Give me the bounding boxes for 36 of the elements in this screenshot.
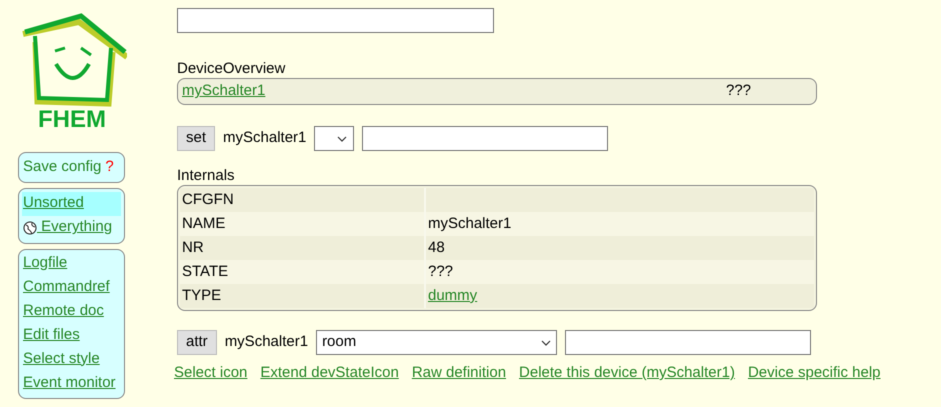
menu-link[interactable]: Event monitor <box>23 372 120 396</box>
section-title: Internals <box>177 167 236 185</box>
help-mark[interactable]: ? <box>105 156 114 178</box>
action-link[interactable]: Delete this device (mySchalter1) <box>519 362 735 384</box>
attr-button[interactable]: attr <box>177 330 217 355</box>
section-title: DeviceOverview <box>177 60 286 78</box>
device-name: mySchalter1 <box>223 128 306 148</box>
menu-link[interactable]: Select style <box>23 348 120 372</box>
set-select[interactable] <box>314 126 354 151</box>
logo-text: FHEM <box>38 108 106 132</box>
type-link[interactable]: dummy <box>428 284 478 308</box>
menu-link[interactable]: Commandref <box>23 276 120 300</box>
device-name: mySchalter1 <box>224 332 308 352</box>
set-value-field[interactable] <box>362 126 608 151</box>
action-link[interactable]: Raw definition <box>412 362 506 384</box>
table-cell: TYPE <box>180 284 426 308</box>
command-field[interactable] <box>177 8 494 33</box>
room-link[interactable]: Everything <box>37 216 112 239</box>
dropdown-caret-icon <box>337 136 348 142</box>
table-cell-text: 48 <box>428 238 445 258</box>
action-link[interactable]: Device specific help <box>748 362 881 384</box>
save-config-link[interactable]: Save config <box>23 156 102 178</box>
device-link[interactable]: mySchalter1 <box>182 80 662 103</box>
menu-link[interactable]: Logfile <box>23 252 120 276</box>
attr-value-field[interactable] <box>565 330 812 355</box>
table-cell-text: mySchalter1 <box>428 214 512 234</box>
menu-link[interactable]: Edit files <box>23 324 120 348</box>
device-state: ??? <box>726 81 752 102</box>
menu-link[interactable]: Remote doc <box>23 300 120 324</box>
set-button[interactable]: set <box>177 126 216 151</box>
table-cell-text: ??? <box>428 262 454 282</box>
action-link[interactable]: Extend devStateIcon <box>260 362 399 384</box>
action-link[interactable]: Select icon <box>174 362 248 384</box>
globe-icon <box>23 220 37 234</box>
dropdown-caret-icon <box>541 340 552 346</box>
attr-select[interactable]: room <box>316 330 558 355</box>
